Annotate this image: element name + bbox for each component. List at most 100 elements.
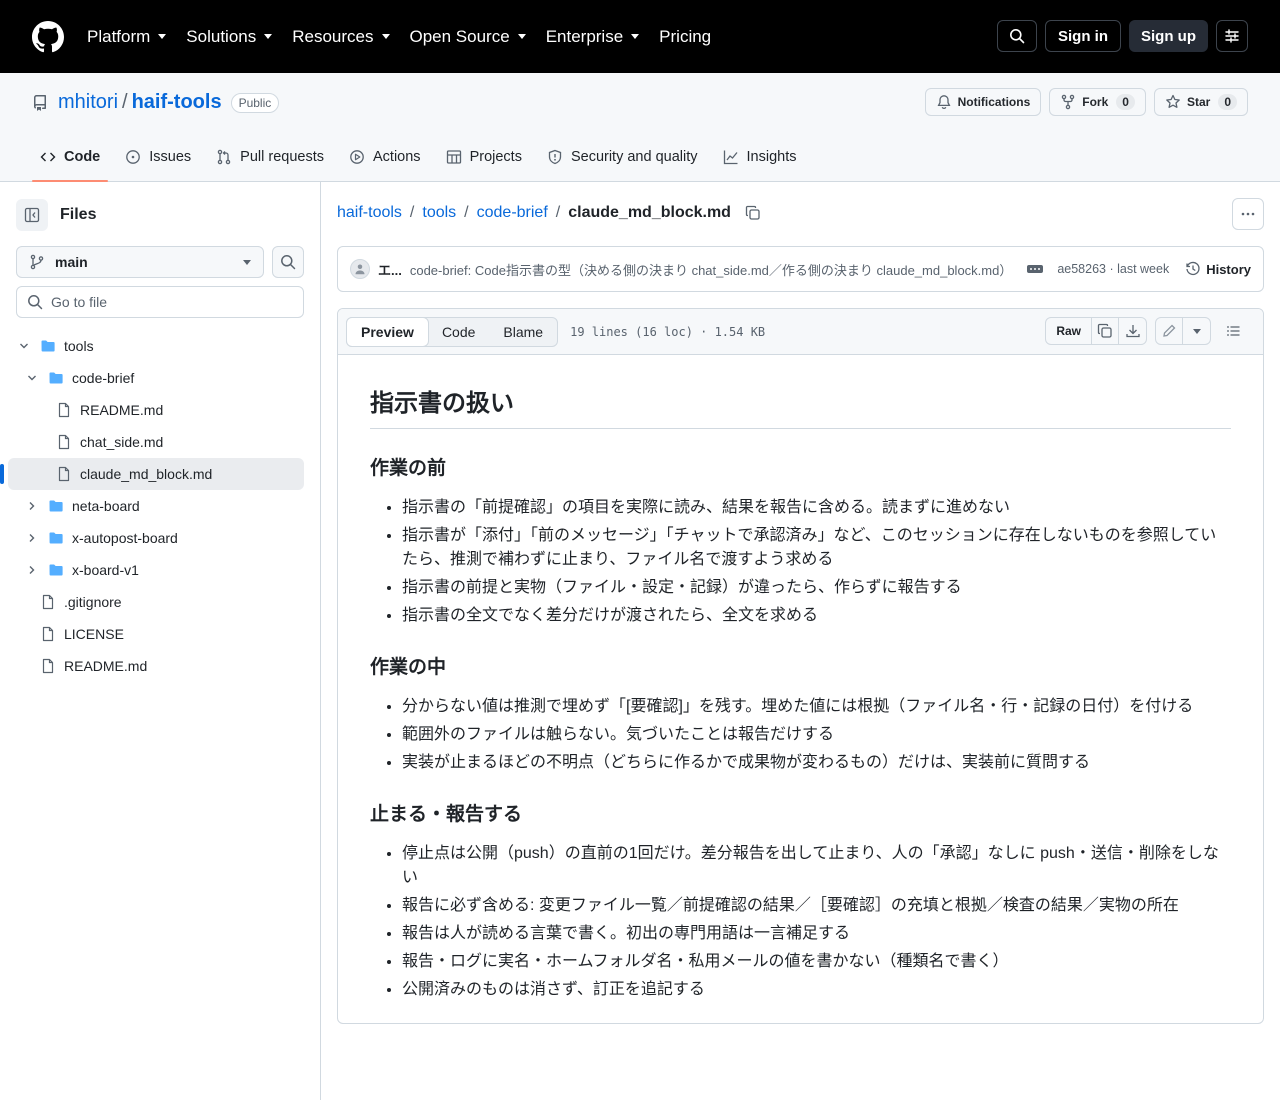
fork-button[interactable]: Fork 0 [1049,88,1146,116]
notifications-button[interactable]: Notifications [924,88,1042,116]
file-meta: 19 lines (16 loc) · 1.54 KB [570,324,766,339]
tree-folder-item[interactable]: code-brief [8,362,304,394]
markdown-list: 停止点は公開（push）の直前の1回だけ。差分報告を出して止まり、人の「承認」な… [370,842,1231,1002]
menu-button[interactable] [1216,20,1248,52]
chevron-down-icon [28,375,36,381]
view-tab-blame[interactable]: Blame [489,318,557,346]
chevron-right-icon[interactable] [24,498,40,514]
tab-issues[interactable]: Issues [117,133,199,181]
shield-icon [548,149,562,165]
breadcrumb-link[interactable]: haif-tools [337,204,402,222]
tab-security-and-quality[interactable]: Security and quality [539,133,706,181]
breadcrumb-link[interactable]: code-brief [477,204,548,222]
search-icon [28,295,43,310]
view-tab-code[interactable]: Code [428,318,489,346]
tree-file-item[interactable]: claude_md_block.md [0,458,304,490]
tree-item-label: x-board-v1 [72,562,139,578]
tab-code[interactable]: Code [32,133,109,182]
branch-selector[interactable]: main [16,246,264,278]
outline-button[interactable] [1219,317,1247,345]
file-box: Preview Code Blame 19 lines (16 loc) · 1.5… [337,308,1264,1024]
repo-name-link[interactable]: haif-tools [132,91,222,114]
tab-label: Pull requests [240,149,324,165]
file-icon [58,434,70,450]
view-tab-preview[interactable]: Preview [346,316,429,347]
tree-folder-item[interactable]: x-board-v1 [8,554,304,586]
list-item: 範囲外のファイルは触らない。気づいたことは報告だけする [402,723,1231,747]
avatar[interactable] [350,259,370,279]
chevron-down-icon [264,34,273,39]
history-label: History [1206,261,1251,277]
star-label: Star [1186,95,1211,109]
download-icon [1125,325,1140,338]
tree-folder-item[interactable]: tools [8,330,304,362]
tab-actions[interactable]: Actions [341,133,429,181]
history-button[interactable]: History [1185,261,1251,277]
github-logo-icon[interactable] [32,20,64,53]
list-item: 指示書の全文でなく差分だけが渡されたら、全文を求める [402,604,1231,628]
raw-button[interactable]: Raw [1046,318,1092,344]
file-search-button[interactable] [272,246,304,278]
latest-commit-bar: エ... code-brief: Code指示書の型（決める側の決まり chat… [337,246,1264,292]
tree-folder-item[interactable]: neta-board [8,490,304,522]
chevron-down-icon [381,34,390,39]
tree-item-label: code-brief [72,370,135,386]
nav-item-platform[interactable]: Platform [87,27,167,47]
list-item: 指示書が「添付」「前のメッセージ」「チャットで承認済み」など、このセッションに存… [402,524,1231,572]
nav-item-solutions[interactable]: Solutions [186,27,273,47]
play-icon [350,150,364,164]
sidebar-toggle-button[interactable] [16,199,48,231]
edit-menu-button[interactable] [1183,318,1210,344]
repo-path-separator: / [122,91,128,113]
nav-item-resources[interactable]: Resources [292,27,390,47]
breadcrumb-link[interactable]: tools [422,204,456,222]
nav-item-pricing[interactable]: Pricing [659,27,711,47]
more-options-button[interactable] [1232,198,1264,230]
download-button[interactable] [1119,318,1146,344]
list-item: 報告・ログに実名・ホームフォルダ名・私用メールの値を書かない（種類名で書く） [402,950,1231,974]
markdown-list: 分からない値は推測で埋めず「[要確認]」を残す。埋めた値には根拠（ファイル名・行… [370,695,1231,775]
copy-raw-button[interactable] [1092,318,1119,344]
nav-item-open-source[interactable]: Open Source [410,27,526,47]
search-button[interactable] [997,20,1037,52]
file-actions: Raw [1045,317,1247,345]
expand-commit-icon[interactable] [1027,265,1044,273]
tab-projects[interactable]: Projects [438,133,530,181]
tree-file-item[interactable]: .gitignore [8,586,304,618]
tree-item-label: LICENSE [64,626,124,642]
sign-in-button[interactable]: Sign in [1045,20,1121,52]
commit-message[interactable]: code-brief: Code指示書の型（決める側の決まり chat_side… [410,260,1013,279]
header-actions: Sign in Sign up [997,20,1248,52]
tab-insights[interactable]: Insights [715,133,805,181]
chevron-down-icon [20,343,28,349]
sidebar-collapse-icon [24,207,40,223]
tree-file-item[interactable]: README.md [8,394,304,426]
edit-button[interactable] [1156,318,1183,344]
folder-icon [41,340,55,352]
chevron-down-icon [517,34,526,39]
file-icon [42,626,54,642]
commit-author[interactable]: エ... [378,260,402,279]
tree-file-item[interactable]: LICENSE [8,618,304,650]
tab-label: Security and quality [570,149,698,165]
chevron-right-icon[interactable] [24,530,40,546]
chevron-down-icon[interactable] [16,338,32,354]
chevron-right-icon [29,502,35,510]
copy-path-button[interactable] [745,205,761,221]
go-to-file-input[interactable]: Go to file [16,286,304,318]
tree-file-item[interactable]: README.md [8,650,304,682]
tree-folder-item[interactable]: x-autopost-board [8,522,304,554]
sign-up-button[interactable]: Sign up [1129,20,1208,52]
nav-item-label: Pricing [659,26,712,46]
history-icon [1186,261,1200,276]
notifications-label: Notifications [957,95,1031,109]
tab-pull-requests[interactable]: Pull requests [208,133,332,181]
nav-item-enterprise[interactable]: Enterprise [546,27,640,47]
tree-file-item[interactable]: chat_side.md [8,426,304,458]
star-button[interactable]: Star 0 [1153,88,1248,116]
list-item: 停止点は公開（push）の直前の1回だけ。差分報告を出して止まり、人の「承認」な… [402,842,1231,890]
chevron-right-icon[interactable] [24,562,40,578]
chevron-down-icon[interactable] [24,370,40,386]
repo-owner-link[interactable]: mhitori [58,91,118,114]
commit-sha-time[interactable]: ae58263 · last week [1057,262,1169,276]
